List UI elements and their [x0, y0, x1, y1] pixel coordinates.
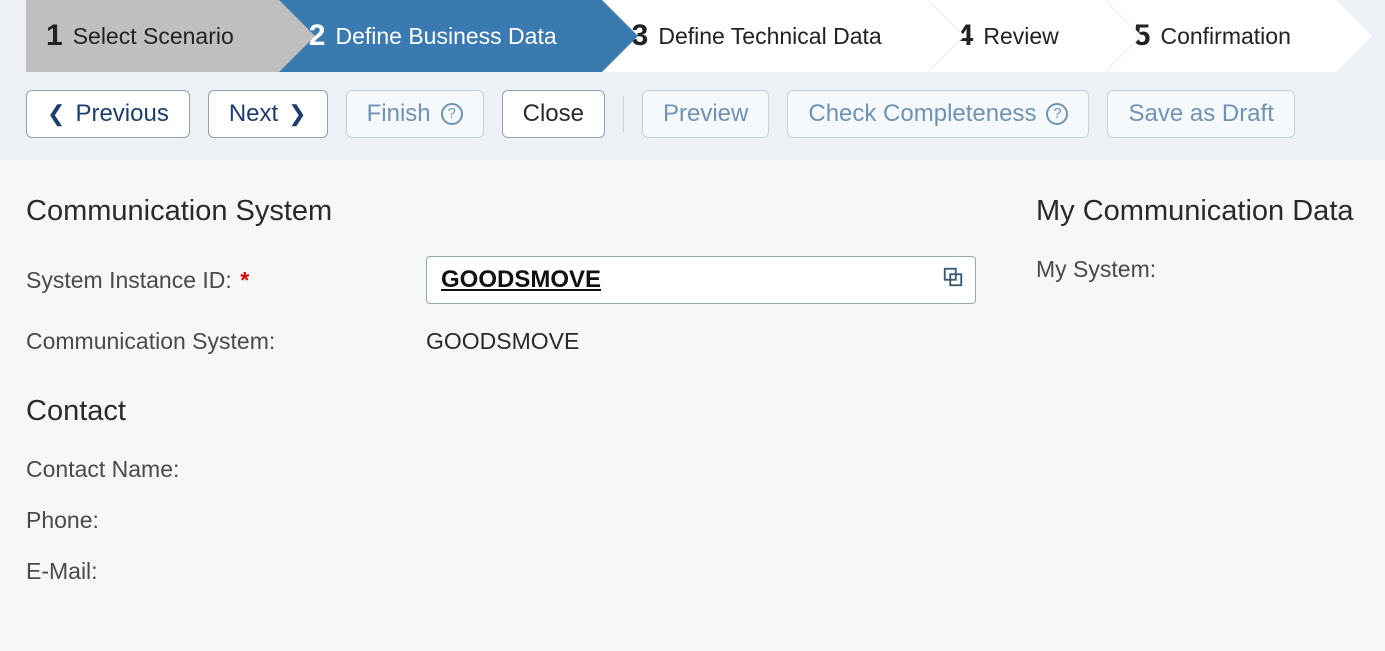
step-label: Define Technical Data	[658, 23, 881, 50]
label-text: System Instance ID:	[26, 267, 232, 293]
form-content: Communication System System Instance ID:…	[0, 160, 1385, 644]
section-heading-my-communication-data: My Communication Data	[1036, 195, 1385, 228]
previous-button[interactable]: ❮ Previous	[26, 90, 190, 138]
help-icon: ?	[1046, 103, 1068, 125]
section-heading-contact: Contact	[26, 395, 976, 428]
value-help-icon[interactable]	[942, 266, 964, 294]
help-icon: ?	[441, 103, 463, 125]
field-email: E-Mail:	[26, 558, 976, 585]
preview-button[interactable]: Preview	[642, 90, 769, 138]
required-indicator-icon: *	[240, 267, 249, 293]
section-heading-communication-system: Communication System	[26, 195, 976, 228]
toolbar-separator	[623, 96, 624, 132]
button-label: Check Completeness	[808, 100, 1036, 128]
field-phone: Phone:	[26, 507, 976, 534]
wizard-step-2[interactable]: 2 Define Business Data	[279, 0, 602, 72]
button-label: Previous	[75, 100, 168, 128]
finish-button[interactable]: Finish ?	[346, 90, 484, 138]
step-label: Select Scenario	[73, 23, 234, 50]
step-number: 1	[46, 19, 63, 53]
step-label: Confirmation	[1160, 23, 1290, 50]
field-contact-name: Contact Name:	[26, 456, 976, 483]
wizard-roadmap: 1 Select Scenario 2 Define Business Data…	[0, 0, 1385, 72]
close-button[interactable]: Close	[502, 90, 605, 138]
field-label: E-Mail:	[26, 558, 426, 585]
button-label: Save as Draft	[1128, 100, 1273, 128]
field-label: Communication System:	[26, 328, 426, 355]
field-label: Contact Name:	[26, 456, 426, 483]
chevron-right-icon: ❯	[288, 103, 306, 125]
system-instance-id-input[interactable]	[426, 256, 976, 304]
button-label: Close	[523, 100, 584, 128]
field-label: My System:	[1036, 256, 1385, 283]
field-communication-system: Communication System: GOODSMOVE	[26, 328, 976, 355]
save-draft-button[interactable]: Save as Draft	[1107, 90, 1294, 138]
field-label: System Instance ID: *	[26, 267, 426, 294]
step-label: Review	[983, 23, 1058, 50]
button-label: Preview	[663, 100, 748, 128]
field-label: Phone:	[26, 507, 426, 534]
field-value: GOODSMOVE	[426, 328, 579, 355]
wizard-step-1[interactable]: 1 Select Scenario	[26, 0, 279, 72]
wizard-toolbar: ❮ Previous Next ❯ Finish ? Close Preview…	[0, 72, 1385, 160]
field-system-instance-id: System Instance ID: *	[26, 256, 976, 304]
button-label: Finish	[367, 100, 431, 128]
next-button[interactable]: Next ❯	[208, 90, 328, 138]
field-my-system: My System:	[1036, 256, 1385, 283]
chevron-left-icon: ❮	[47, 103, 65, 125]
step-label: Define Business Data	[335, 23, 556, 50]
button-label: Next	[229, 100, 278, 128]
wizard-step-3[interactable]: 3 Define Technical Data	[602, 0, 927, 72]
check-completeness-button[interactable]: Check Completeness ?	[787, 90, 1089, 138]
